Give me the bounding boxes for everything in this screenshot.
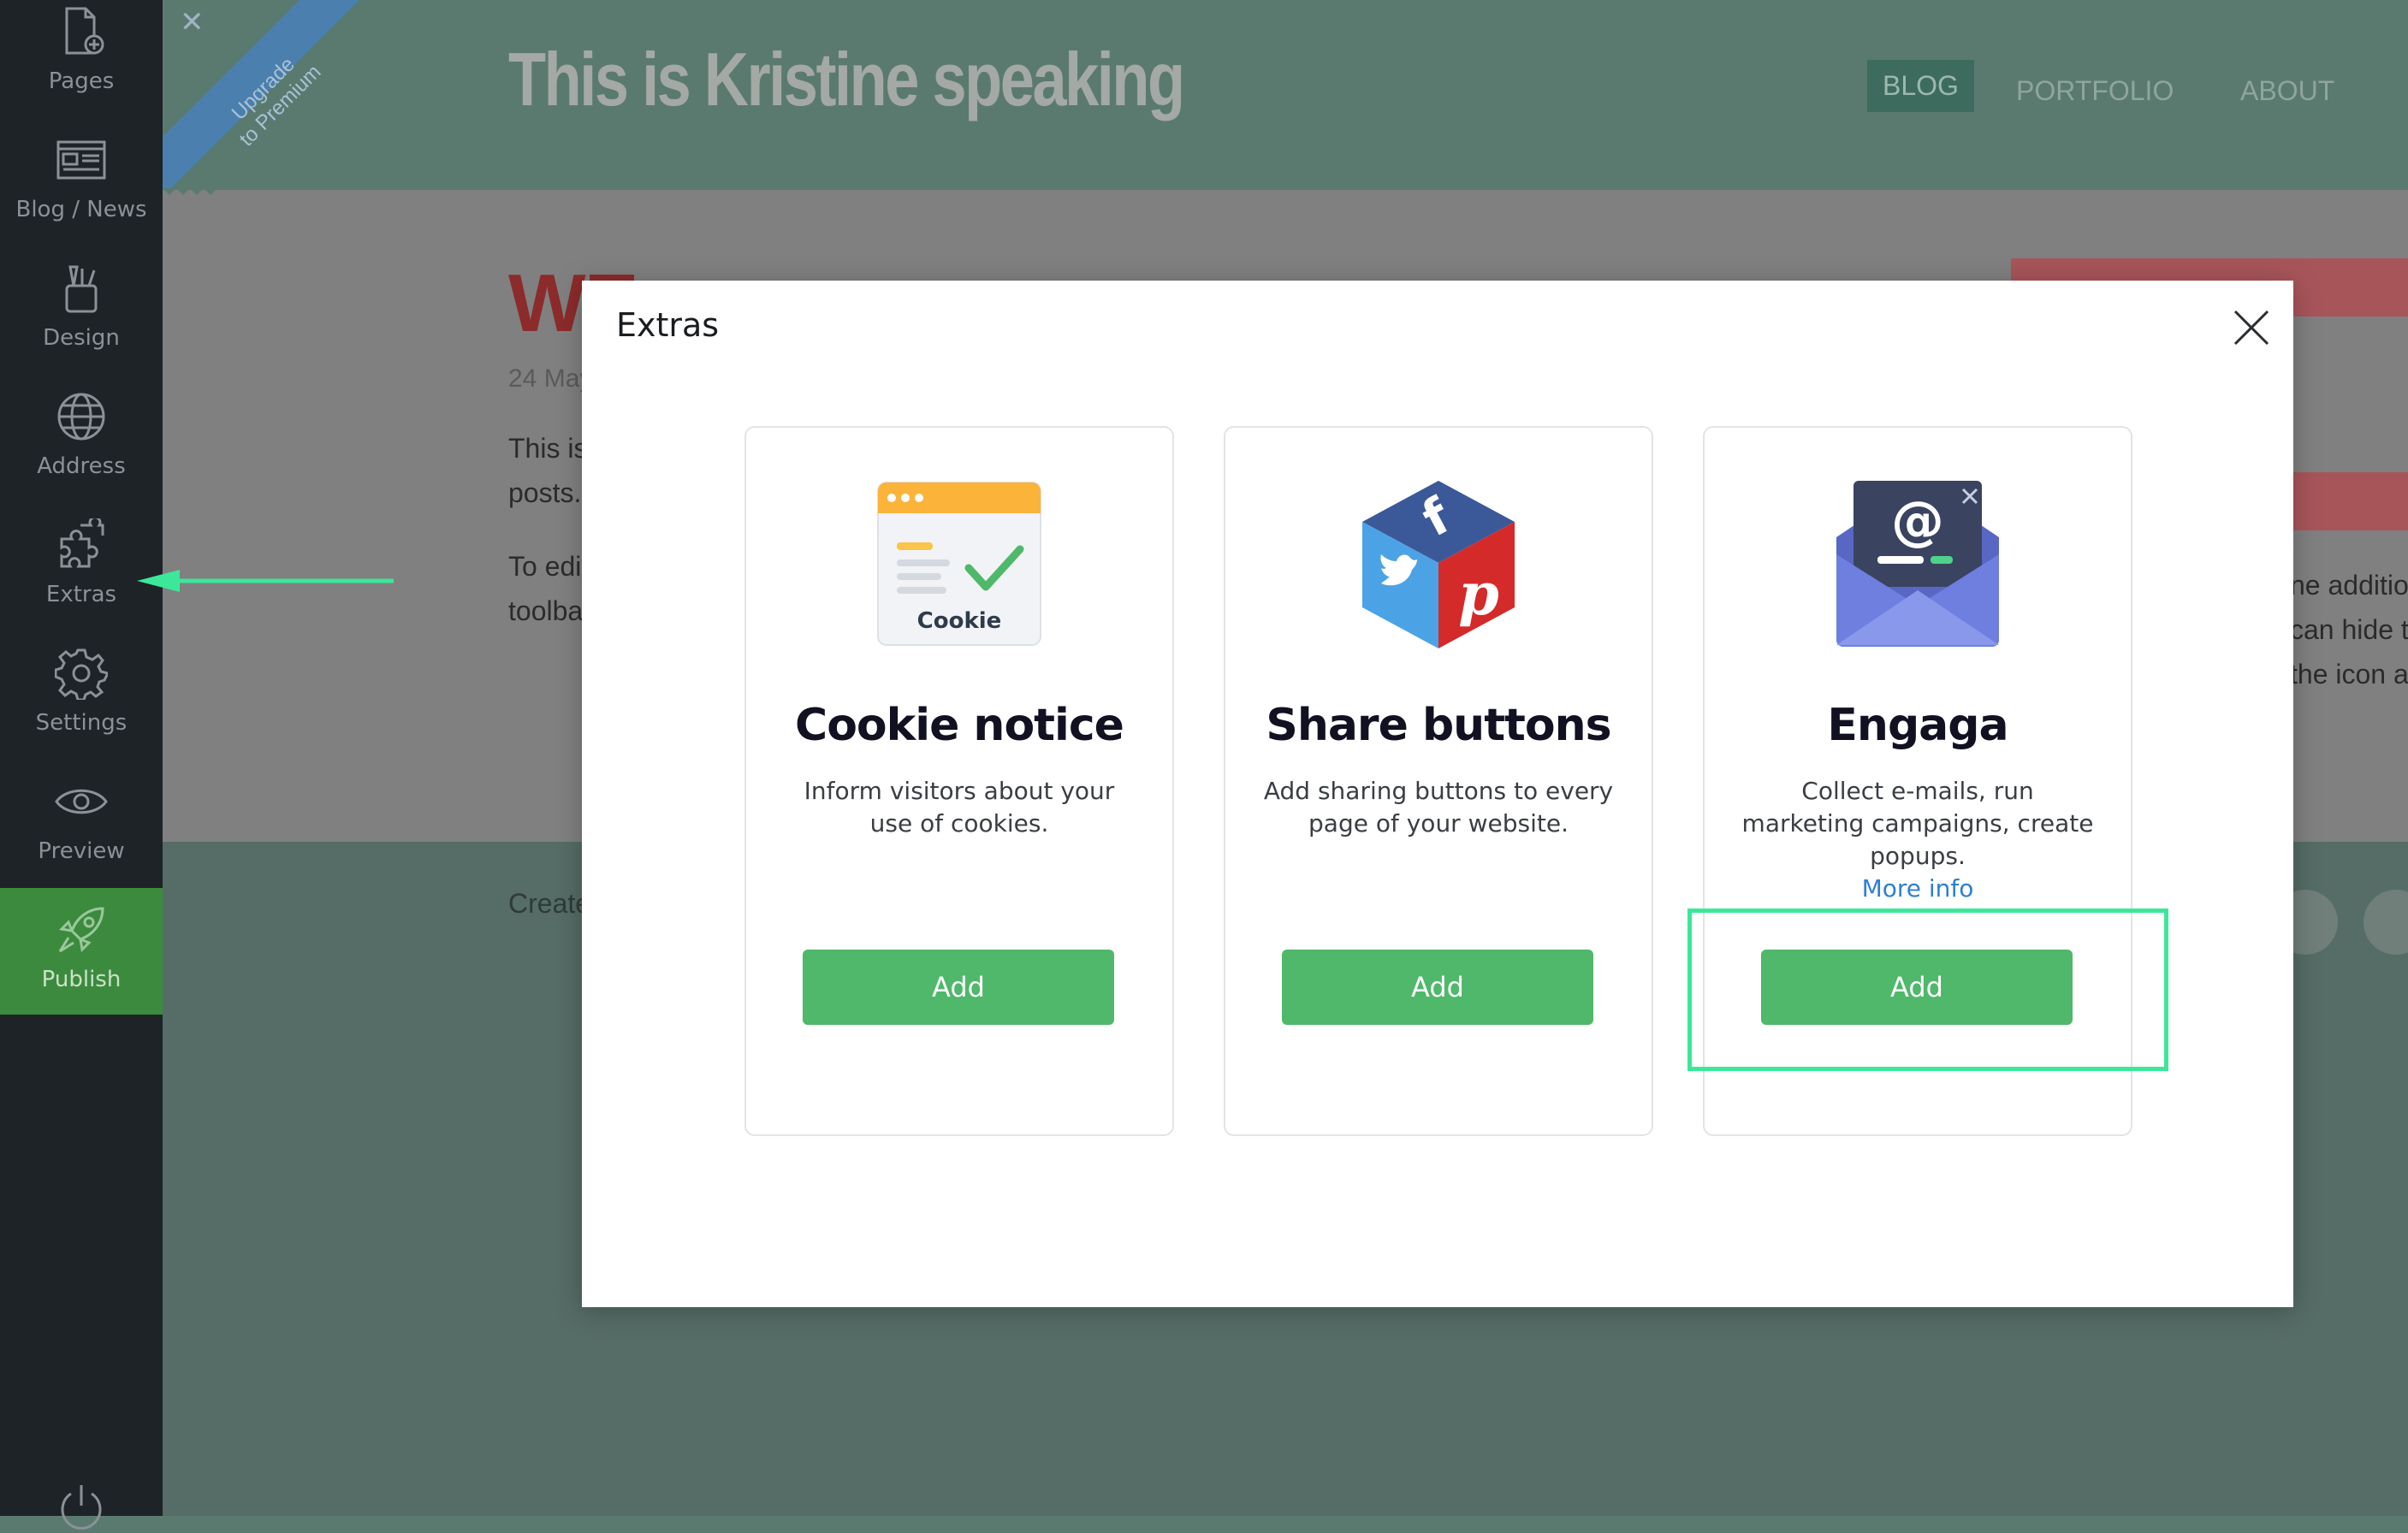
at-sign-icon: @: [1891, 489, 1944, 552]
pinterest-icon: p: [1458, 560, 1499, 629]
modal-title: Extras: [616, 306, 720, 344]
card-description: Add sharing buttons to every page of you…: [1263, 777, 1614, 838]
design-icon: [55, 262, 108, 315]
annotation-highlight: [1687, 909, 2168, 1071]
post-text: To edit: [508, 551, 590, 582]
envelope-icon: @: [1836, 481, 1999, 647]
close-icon[interactable]: [2230, 306, 2273, 349]
sidebar-item-label: Blog / News: [15, 197, 147, 222]
gear-icon: [54, 647, 110, 701]
power-icon[interactable]: [56, 1482, 107, 1533]
more-info-link[interactable]: More info: [1739, 873, 2097, 905]
add-cookie-notice-button[interactable]: Add: [803, 950, 1114, 1025]
sidebar-item-label: Settings: [35, 710, 128, 736]
globe-icon: [55, 390, 108, 443]
nav-about[interactable]: ABOUT: [2225, 65, 2350, 117]
sidebar-text: the icon a: [2290, 659, 2408, 690]
annotation-arrow: [137, 570, 394, 592]
sidebar-text: can hide t: [2290, 614, 2408, 645]
rocket-icon: [55, 903, 108, 956]
share-cube-icon: f p: [1362, 481, 1515, 648]
zigzag-divider: [163, 188, 217, 195]
sidebar-item-address[interactable]: Address: [0, 385, 163, 513]
editor-sidebar: Pages Blog / News Design Address Extras …: [0, 0, 163, 1530]
add-share-buttons-button[interactable]: Add: [1282, 950, 1593, 1025]
cookie-icon: Cookie: [877, 482, 1041, 646]
puzzle-icon: [55, 516, 108, 571]
sidebar-item-preview[interactable]: Preview: [0, 770, 163, 898]
site-title: This is Kristine speaking: [508, 37, 1185, 121]
sidebar-item-settings[interactable]: Settings: [0, 642, 163, 770]
nav-portfolio[interactable]: PORTFOLIO: [2001, 65, 2189, 117]
sidebar-item-publish[interactable]: Publish: [0, 888, 163, 1015]
card-description-text: Collect e-mails, run marketing campaigns…: [1741, 777, 2094, 870]
post-date: 24 May: [508, 364, 593, 393]
post-text: toolbar: [508, 595, 592, 626]
sidebar-item-label: Publish: [41, 967, 122, 992]
sidebar-item-label: Extras: [45, 582, 117, 607]
post-text: posts.: [508, 477, 582, 508]
sidebar-item-design[interactable]: Design: [0, 257, 163, 385]
extra-card-cookie-notice: Cookie Cookie notice Inform visitors abo…: [744, 426, 1174, 1136]
card-title: Cookie notice: [795, 700, 1124, 751]
card-description: Collect e-mails, run marketing campaigns…: [1739, 775, 2097, 905]
card-description: Inform visitors about your use of cookie…: [804, 777, 1115, 838]
extras-modal: Extras Cookie Cookie notice Inform visit…: [582, 281, 2293, 1307]
post-text: This is: [508, 433, 588, 464]
eye-icon: [55, 775, 108, 828]
cookie-art-label: Cookie: [917, 608, 1002, 634]
nav-blog[interactable]: BLOG: [1867, 60, 1974, 112]
card-title: Share buttons: [1266, 700, 1611, 751]
pages-icon: [55, 5, 108, 58]
blog-icon: [55, 133, 108, 186]
sidebar-item-label: Design: [43, 325, 120, 351]
card-title: Engaga: [1827, 700, 2008, 751]
footer-created-text: Create: [508, 888, 591, 919]
sidebar-item-label: Pages: [48, 68, 115, 94]
youtube-icon[interactable]: [2364, 890, 2408, 955]
sidebar-item-label: Preview: [38, 838, 125, 864]
sidebar-item-pages[interactable]: Pages: [0, 0, 163, 128]
sidebar-item-label: Address: [37, 453, 126, 479]
extra-card-share-buttons: f p Share buttons Add sharing buttons to…: [1224, 426, 1653, 1136]
upgrade-ribbon[interactable]: ✕ Upgrade to Premium: [163, 0, 359, 197]
close-icon[interactable]: ✕: [180, 5, 205, 39]
sidebar-item-blog[interactable]: Blog / News: [0, 128, 163, 257]
site-header: This is Kristine speaking BLOG PORTFOLIO…: [163, 0, 2408, 190]
sidebar-text: ne additio: [2290, 570, 2408, 601]
